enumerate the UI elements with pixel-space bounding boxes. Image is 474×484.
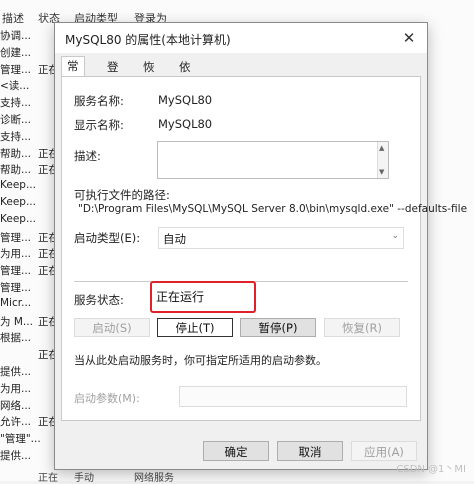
row-desc: Keep... bbox=[0, 212, 36, 225]
row-desc: 提供... bbox=[0, 450, 32, 462]
exe-path-value: "D:\Program Files\MySQL\MySQL Server 8.0… bbox=[78, 203, 468, 215]
dialog-title: MySQL80 的属性(本地计算机) bbox=[65, 33, 231, 47]
description-scrollbar[interactable]: ▲ ▼ bbox=[377, 142, 388, 178]
chevron-down-icon: ⌄ bbox=[391, 231, 399, 241]
start-params-label: 启动参数(M): bbox=[74, 392, 140, 405]
row-desc: 帮助... bbox=[0, 164, 32, 177]
column-header-description[interactable]: 描述 bbox=[2, 10, 24, 26]
display-name-value: MySQL80 bbox=[158, 117, 213, 131]
row-desc: 管理... bbox=[0, 63, 32, 76]
row-desc: 创建... bbox=[0, 46, 32, 59]
row-desc: 管理... bbox=[0, 265, 32, 278]
exe-path-label: 可执行文件的路径: bbox=[74, 188, 170, 202]
row-desc: 协调... bbox=[0, 30, 32, 42]
highlight-box bbox=[150, 281, 256, 313]
startup-type-value: 自动 bbox=[163, 232, 186, 246]
row-desc: 为用... bbox=[0, 248, 32, 261]
start-params-note: 当从此处启动服务时，你可指定所适用的启动参数。 bbox=[74, 354, 327, 367]
row-logon-as: 网络服务 bbox=[134, 473, 174, 484]
tab-dependencies[interactable]: 依存关系 bbox=[173, 57, 197, 128]
start-params-input[interactable] bbox=[179, 386, 407, 407]
row-desc: Keep... bbox=[0, 196, 36, 208]
service-name-value: MySQL80 bbox=[158, 93, 213, 107]
scroll-down-icon[interactable]: ▼ bbox=[379, 168, 384, 176]
tab-recovery[interactable]: 恢复 bbox=[137, 57, 161, 92]
row-desc: 诊断... bbox=[0, 114, 32, 126]
tab-logon[interactable]: 登录 bbox=[101, 57, 125, 92]
ok-button[interactable]: 确定 bbox=[203, 441, 269, 461]
apply-button[interactable]: 应用(A) bbox=[351, 441, 417, 461]
row-desc: 网络... bbox=[0, 399, 32, 412]
tab-general[interactable]: 常规 bbox=[61, 56, 85, 91]
row-desc: 管理... bbox=[0, 282, 32, 294]
display-name-label: 显示名称: bbox=[74, 118, 124, 132]
general-tab-panel: 服务名称: MySQL80 显示名称: MySQL80 描述: ▲ ▼ 可执行文… bbox=[61, 76, 467, 421]
scroll-up-icon[interactable]: ▲ bbox=[379, 144, 384, 152]
row-desc: Micr... bbox=[0, 296, 32, 309]
service-name-label: 服务名称: bbox=[74, 94, 124, 108]
resume-button[interactable]: 恢复(R) bbox=[324, 318, 400, 337]
stop-button[interactable]: 停止(T) bbox=[157, 318, 233, 337]
row-desc: 为 M... bbox=[0, 315, 33, 328]
row-desc: 支持... bbox=[0, 97, 32, 110]
row-desc: 根据... bbox=[0, 332, 32, 345]
row-desc: 允许... bbox=[0, 416, 32, 429]
watermark: CSDN @1丶MI bbox=[396, 464, 466, 475]
close-icon[interactable]: ✕ bbox=[399, 28, 419, 48]
pause-button[interactable]: 暂停(P) bbox=[240, 318, 316, 337]
row-desc: 支持... bbox=[0, 130, 32, 143]
service-properties-dialog: MySQL80 的属性(本地计算机) ✕ 常规 登录 恢复 依存关系 服务名称:… bbox=[54, 22, 467, 470]
service-status-label: 服务状态: bbox=[74, 293, 124, 307]
description-label: 描述: bbox=[74, 149, 101, 163]
cancel-button[interactable]: 取消 bbox=[277, 441, 343, 461]
row-desc: <读... bbox=[0, 80, 30, 93]
row-desc: 帮助... bbox=[0, 147, 32, 160]
startup-type-select[interactable]: 自动 ⌄ bbox=[158, 227, 404, 249]
row-desc: Keep... bbox=[0, 179, 36, 192]
dialog-titlebar[interactable]: MySQL80 的属性(本地计算机) ✕ bbox=[55, 23, 427, 53]
startup-type-label: 启动类型(E): bbox=[74, 231, 141, 245]
row-desc: 提供... bbox=[0, 366, 32, 378]
start-button[interactable]: 启动(S) bbox=[74, 318, 150, 337]
row-startup-type: 手动 bbox=[74, 473, 94, 484]
row-desc: 为用... bbox=[0, 382, 32, 395]
description-field[interactable]: ▲ ▼ bbox=[157, 141, 389, 179]
row-status: 正在 bbox=[38, 473, 58, 484]
row-desc: 管理... bbox=[0, 231, 32, 244]
row-desc: "管理"... bbox=[0, 433, 41, 446]
